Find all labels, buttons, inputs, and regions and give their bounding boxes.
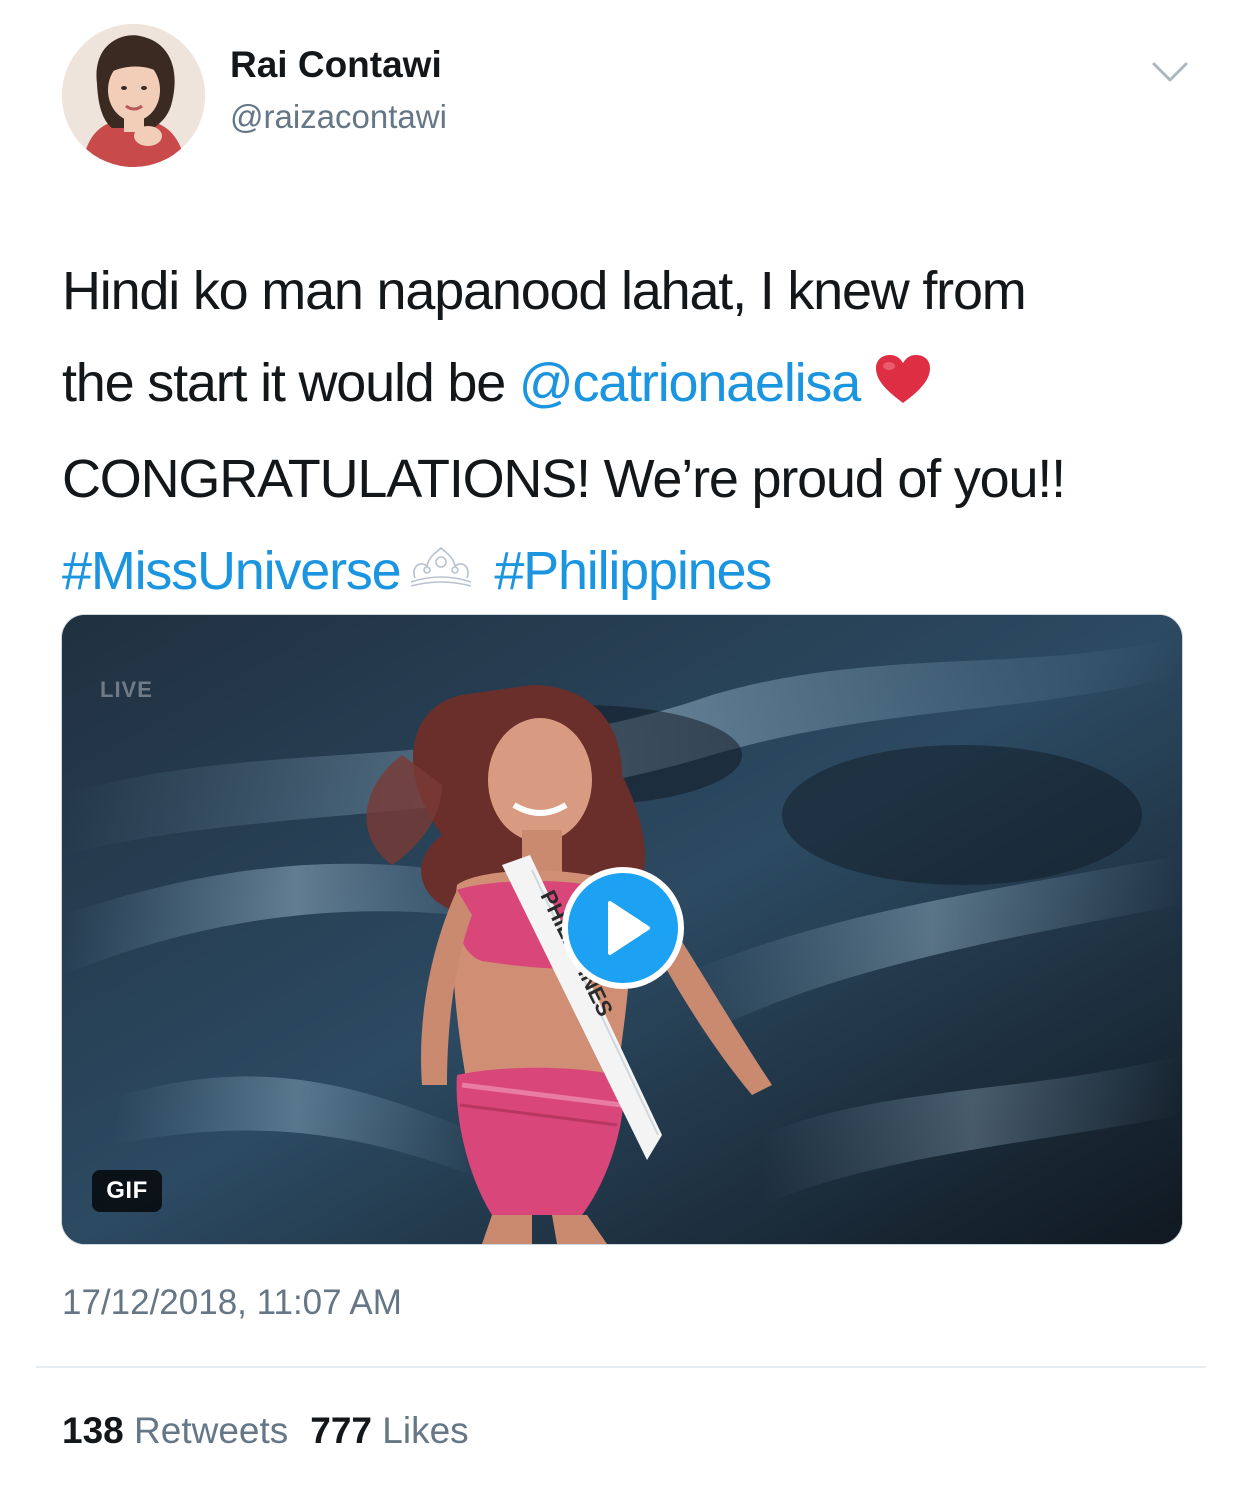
crown-icon: [401, 528, 481, 620]
author-handle[interactable]: @raizacontawi: [230, 98, 447, 136]
play-button[interactable]: [562, 867, 684, 989]
heart-emoji-icon: [874, 341, 932, 433]
tweet-line-1: Hindi ko man napanood lahat, I knew from: [62, 261, 1027, 321]
tweet-timestamp[interactable]: 17/12/2018, 11:07 AM: [62, 1283, 402, 1323]
tweet-line-2-text: the start it would be: [62, 353, 519, 413]
retweets-count: 138: [62, 1410, 124, 1451]
mention-link[interactable]: @catrionaelisa: [519, 353, 861, 413]
tweet-line-4: #MissUniverse #Philippines: [62, 525, 1192, 621]
likes-count: 777: [310, 1410, 372, 1451]
chevron-down-icon[interactable]: [1150, 58, 1190, 88]
tweet-text: Hindi ko man napanood lahat, I knew from…: [62, 245, 1192, 620]
hashtag-missuniverse[interactable]: #MissUniverse: [62, 541, 402, 601]
divider: [36, 1366, 1206, 1368]
tweet-line-3: CONGRATULATIONS! We’re proud of you!!: [62, 448, 1066, 509]
live-tag: LIVE: [100, 677, 153, 702]
author-display-name[interactable]: Rai Contawi: [230, 44, 442, 86]
tweet-line-2: the start it would be @catrionaelisa: [62, 337, 1192, 433]
tweet-stats: 138 Retweets 777 Likes: [62, 1410, 469, 1452]
avatar[interactable]: [62, 24, 205, 167]
likes-label: Likes: [382, 1410, 469, 1451]
play-icon: [562, 867, 684, 989]
hashtag-philippines[interactable]: #Philippines: [494, 541, 772, 601]
gif-media[interactable]: PHILIPPINES LIVE GIF: [61, 614, 1183, 1245]
likes-stat[interactable]: 777 Likes: [310, 1410, 468, 1451]
retweets-label: Retweets: [134, 1410, 289, 1451]
retweets-stat[interactable]: 138 Retweets: [62, 1410, 288, 1451]
gif-badge: GIF: [92, 1170, 162, 1212]
